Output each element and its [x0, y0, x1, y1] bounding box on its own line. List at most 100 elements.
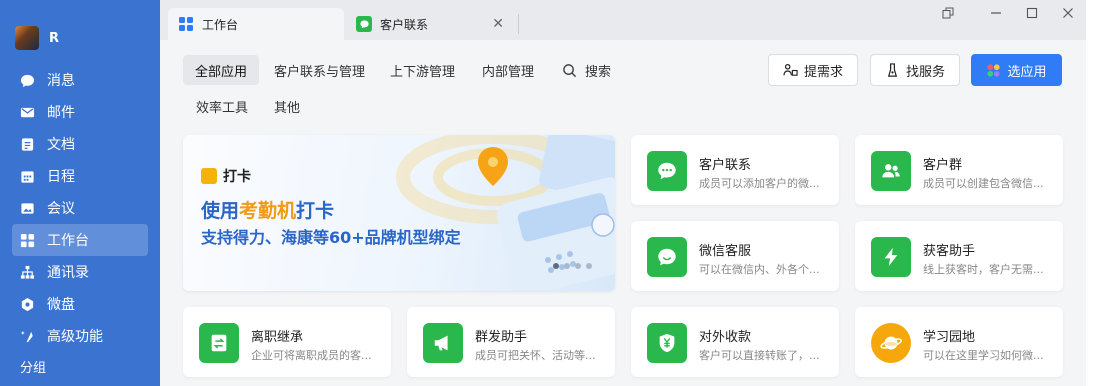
card-description: 成员可以添加客户的微... — [699, 177, 820, 190]
sidebar-item-workbench[interactable]: 工作台 — [12, 224, 148, 256]
sidebar-item-docs[interactable]: 文档 — [12, 128, 148, 160]
profile[interactable]: R — [15, 26, 59, 50]
carousel-dot[interactable] — [586, 263, 592, 269]
sidebar-item-label: 消息 — [47, 73, 75, 89]
service-chat-icon — [647, 237, 687, 277]
sidebar-item-label: 工作台 — [47, 233, 89, 249]
app-card-customer-group[interactable]: 客户群 成员可以创建包含微信... — [855, 135, 1063, 205]
cloud-drive-icon — [20, 297, 35, 312]
carousel-dot[interactable] — [575, 263, 581, 269]
card-title: 微信客服 — [699, 244, 752, 259]
transfer-icon — [199, 323, 239, 363]
carousel-dots — [553, 263, 592, 269]
find-service-label: 找服务 — [905, 64, 945, 80]
app-card-resignation-inherit[interactable]: 离职继承 企业可将离职成员的客... — [183, 307, 391, 377]
search-icon — [562, 63, 577, 78]
workbench-tab-icon — [178, 16, 194, 32]
app-card-customer-contact[interactable]: 客户联系 成员可以添加客户的微... — [631, 135, 839, 205]
card-title: 获客助手 — [923, 244, 976, 259]
category-other[interactable]: 其他 — [262, 91, 312, 121]
choose-app-button[interactable]: 选应用 — [971, 54, 1062, 86]
yuan-shield-icon — [647, 323, 687, 363]
sidebar-item-label: 邮件 — [47, 105, 75, 121]
sidebar-group-header[interactable]: 分组 — [20, 357, 46, 376]
mail-icon — [20, 105, 35, 120]
card-title: 离职继承 — [251, 330, 304, 345]
category-internal-management[interactable]: 内部管理 — [470, 55, 546, 85]
banner-tag: 打卡 — [201, 166, 251, 186]
megaphone-icon — [423, 323, 463, 363]
sidebar-nav: 消息 邮件 文档 日程 会议 工作台 通讯录 微盘 高级功能 — [12, 64, 148, 352]
profile-name: R — [49, 30, 60, 46]
workbench-icon — [20, 233, 35, 248]
tab-label: 客户联系 — [380, 17, 429, 32]
chat-icon — [647, 151, 687, 191]
document-icon — [20, 137, 35, 152]
tab-customer-contact[interactable]: 客户联系 ✕ — [346, 8, 516, 40]
sidebar-item-drive[interactable]: 微盘 — [12, 288, 148, 320]
card-description: 可以在微信内、外各个... — [699, 263, 820, 276]
planet-icon — [871, 323, 911, 363]
chat-tab-icon — [356, 16, 372, 32]
find-service-button[interactable]: 找服务 — [870, 54, 960, 86]
calendar-icon — [20, 169, 35, 184]
location-pin-icon — [201, 168, 217, 184]
sidebar-item-calendar[interactable]: 日程 — [12, 160, 148, 192]
category-efficiency-tools[interactable]: 效率工具 — [184, 91, 260, 121]
card-description: 可以在这里学习如何微... — [923, 349, 1044, 362]
category-supply-chain[interactable]: 上下游管理 — [378, 55, 467, 85]
headline-prefix: 使用 — [201, 200, 240, 222]
sidebar-item-mail[interactable]: 邮件 — [12, 96, 148, 128]
card-title: 客户群 — [923, 158, 963, 173]
search-label: 搜索 — [585, 64, 612, 80]
background-window-strip — [1086, 0, 1106, 386]
tab-bar: 工作台 客户联系 ✕ — [160, 0, 1086, 40]
avatar[interactable] — [15, 26, 39, 50]
banner-subline: 支持得力、海康等60+品牌机型绑定 — [201, 228, 461, 247]
carousel-dot[interactable] — [553, 263, 559, 269]
sidebar-item-label: 高级功能 — [47, 329, 103, 345]
request-button[interactable]: 提需求 — [768, 54, 858, 86]
card-description: 线上获客时，客户无需... — [923, 263, 1044, 276]
promo-banner[interactable]: 打卡 使用考勤机打卡 支持得力、海康等60+品牌机型绑定 — [183, 135, 615, 291]
sidebar-item-label: 文档 — [47, 137, 75, 153]
app-card-broadcast-assistant[interactable]: 群发助手 成员可把关怀、活动等... — [407, 307, 615, 377]
meeting-icon — [20, 201, 35, 216]
category-customer-management[interactable]: 客户联系与管理 — [262, 55, 377, 85]
sidebar-item-label: 日程 — [47, 169, 75, 185]
card-description: 成员可把关怀、活动等... — [475, 349, 596, 362]
card-title: 客户联系 — [699, 158, 752, 173]
sidebar-item-meeting[interactable]: 会议 — [12, 192, 148, 224]
sidebar-item-label: 会议 — [47, 201, 75, 217]
carousel-dot[interactable] — [564, 263, 570, 269]
card-description: 客户可以直接转账了，... — [699, 349, 820, 362]
category-all-apps[interactable]: 全部应用 — [183, 55, 260, 85]
close-window-icon[interactable] — [1058, 3, 1078, 23]
main-window: 工作台 客户联系 ✕ 全部应用 客户联系与管理 上下游管理 内部管理 搜索 效率… — [160, 0, 1086, 386]
sidebar-item-advanced[interactable]: 高级功能 — [12, 320, 148, 352]
tab-label: 工作台 — [202, 17, 239, 32]
people-plus-icon — [783, 63, 798, 78]
app-card-wechat-service[interactable]: 微信客服 可以在微信内、外各个... — [631, 221, 839, 291]
banner-headline: 使用考勤机打卡 — [201, 196, 334, 223]
card-title: 学习园地 — [923, 330, 976, 345]
maximize-icon[interactable] — [1022, 3, 1042, 23]
banner-tag-label: 打卡 — [223, 169, 251, 185]
group-icon — [871, 151, 911, 191]
app-card-external-payment[interactable]: 对外收款 客户可以直接转账了，... — [631, 307, 839, 377]
app-card-learning-garden[interactable]: 学习园地 可以在这里学习如何微... — [855, 307, 1063, 377]
sidebar-item-contacts[interactable]: 通讯录 — [12, 256, 148, 288]
sidebar-item-label: 通讯录 — [47, 265, 89, 281]
card-title: 对外收款 — [699, 330, 752, 345]
tab-workbench[interactable]: 工作台 — [168, 8, 344, 40]
minimize-icon[interactable] — [986, 3, 1006, 23]
close-icon[interactable]: ✕ — [492, 16, 504, 32]
choose-app-label: 选应用 — [1007, 64, 1047, 80]
app-card-acquisition-assistant[interactable]: 获客助手 线上获客时，客户无需... — [855, 221, 1063, 291]
popout-icon[interactable] — [938, 3, 958, 23]
headline-suffix: 打卡 — [296, 200, 335, 222]
chat-bubble-icon — [20, 73, 35, 88]
app-grid-icon — [986, 63, 1001, 78]
search-button[interactable]: 搜索 — [550, 55, 623, 85]
sidebar-item-messages[interactable]: 消息 — [12, 64, 148, 96]
